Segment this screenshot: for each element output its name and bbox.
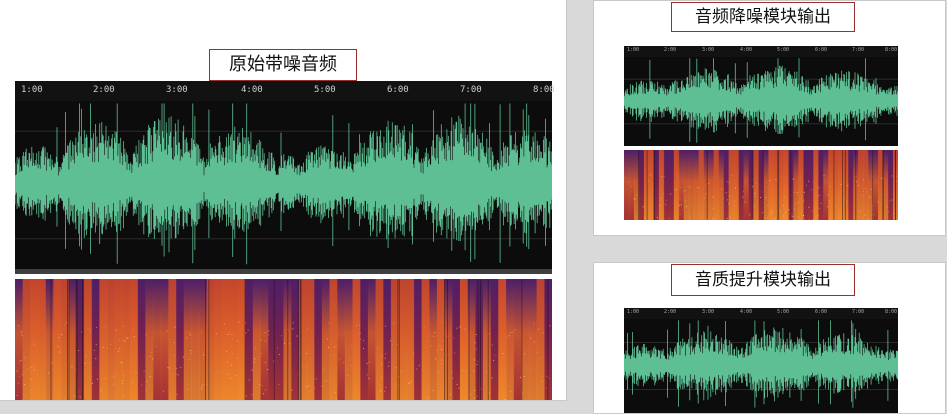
original-waveform-view: 1:00 2:00 3:00 4:00 5:00 6:00 7:00 8:00: [15, 81, 552, 274]
original-waveform: [15, 101, 552, 269]
time-tick-label: 2:00: [664, 47, 676, 53]
time-tick-label: 5:00: [314, 85, 336, 95]
time-tick-label: 7:00: [852, 309, 864, 315]
enhance-waveform: [624, 319, 898, 413]
time-tick-label: 5:00: [777, 309, 789, 315]
time-tick-label: 8:00: [885, 47, 897, 53]
time-tick-label: 1:00: [21, 85, 43, 95]
enhance-waveform-view: 1:00 2:00 3:00 4:00 5:00 6:00 7:00 8:00: [624, 308, 898, 413]
enhance-output-title: 音质提升模块输出: [671, 264, 855, 296]
time-tick-label: 6:00: [815, 309, 827, 315]
enhance-timeline: 1:00 2:00 3:00 4:00 5:00 6:00 7:00 8:00: [624, 308, 898, 319]
time-tick-label: 8:00: [885, 309, 897, 315]
original-spectrogram: [15, 279, 552, 400]
denoise-output-title: 音频降噪模块输出: [671, 2, 855, 32]
time-tick-label: 1:00: [627, 309, 639, 315]
time-tick-label: 4:00: [740, 309, 752, 315]
time-tick-label: 7:00: [852, 47, 864, 53]
time-tick-label: 6:00: [815, 47, 827, 53]
time-tick-label: 3:00: [166, 85, 188, 95]
enhance-output-panel: 音质提升模块输出 1:00 2:00 3:00 4:00 5:00 6:00 7…: [593, 262, 946, 414]
time-tick-label: 3:00: [702, 309, 714, 315]
original-timeline: 1:00 2:00 3:00 4:00 5:00 6:00 7:00 8:00: [15, 81, 552, 101]
time-tick-label: 8:00: [533, 85, 555, 95]
denoise-waveform-view: 1:00 2:00 3:00 4:00 5:00 6:00 7:00 8:00: [624, 46, 898, 146]
time-tick-label: 2:00: [93, 85, 115, 95]
time-tick-label: 7:00: [460, 85, 482, 95]
denoise-output-panel: 音频降噪模块输出 1:00 2:00 3:00 4:00 5:00 6:00 7…: [593, 0, 946, 236]
denoise-spectrogram: [624, 150, 898, 220]
time-tick-label: 4:00: [740, 47, 752, 53]
denoise-waveform: [624, 57, 898, 146]
time-tick-label: 2:00: [664, 309, 676, 315]
denoise-timeline: 1:00 2:00 3:00 4:00 5:00 6:00 7:00 8:00: [624, 46, 898, 57]
time-tick-label: 5:00: [777, 47, 789, 53]
time-tick-label: 4:00: [241, 85, 263, 95]
time-tick-label: 1:00: [627, 47, 639, 53]
time-tick-label: 6:00: [387, 85, 409, 95]
track-divider: [15, 269, 552, 274]
original-audio-panel: 原始带噪音频 1:00 2:00 3:00 4:00 5:00 6:00 7:0…: [0, 0, 567, 401]
original-audio-title: 原始带噪音频: [209, 49, 357, 81]
time-tick-label: 3:00: [702, 47, 714, 53]
